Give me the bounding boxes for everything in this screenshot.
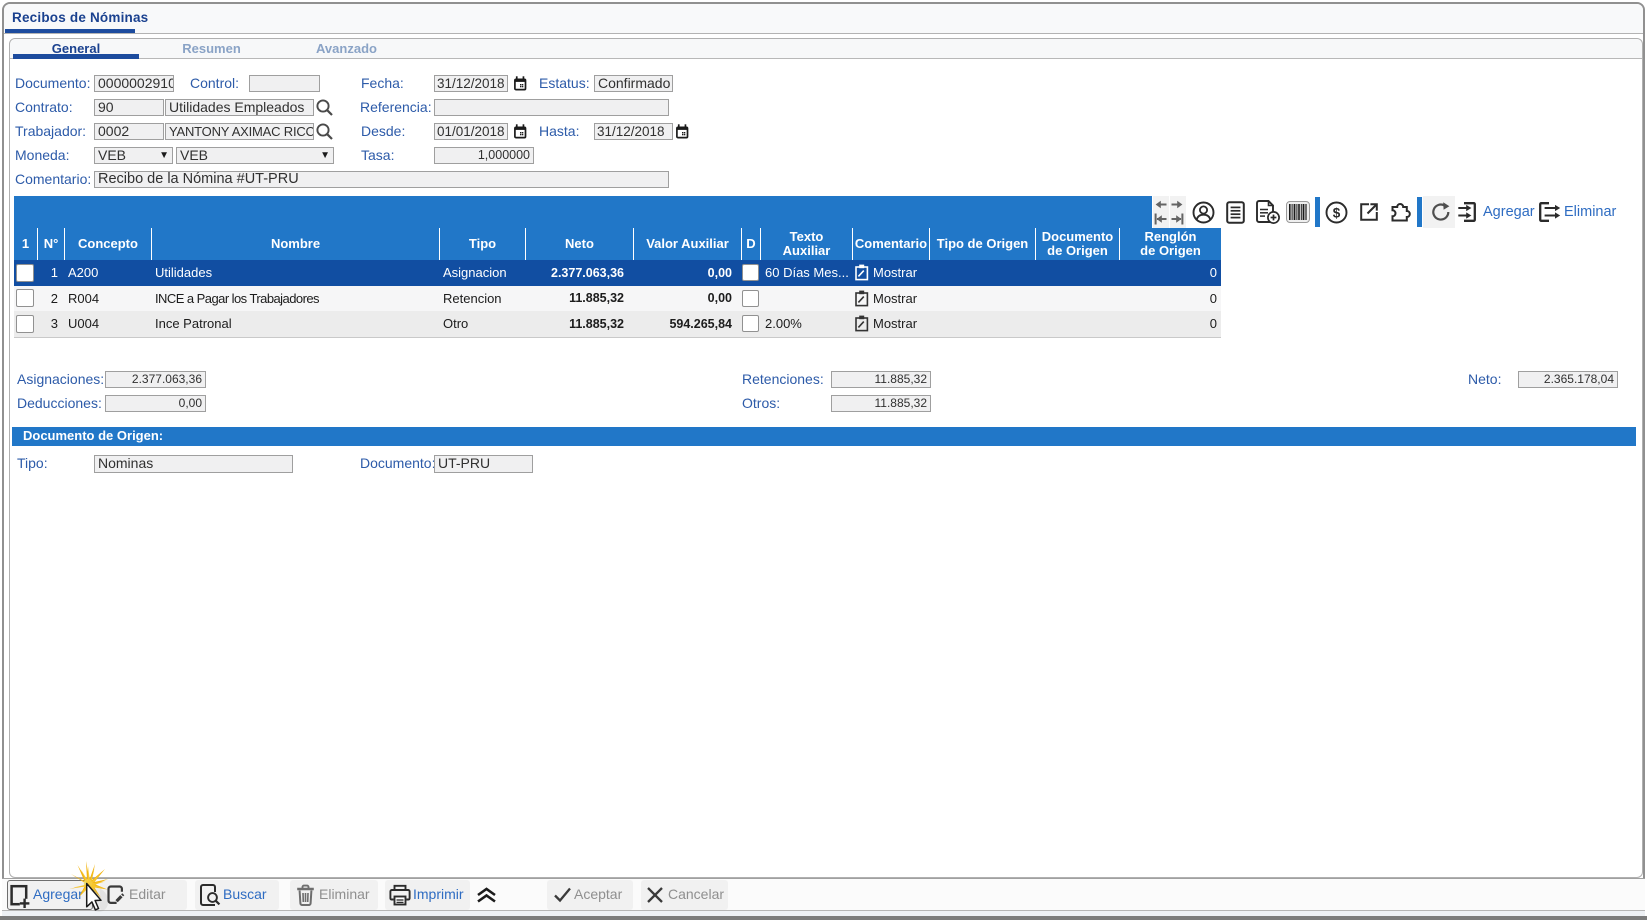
svg-text:$: $	[1333, 205, 1341, 220]
